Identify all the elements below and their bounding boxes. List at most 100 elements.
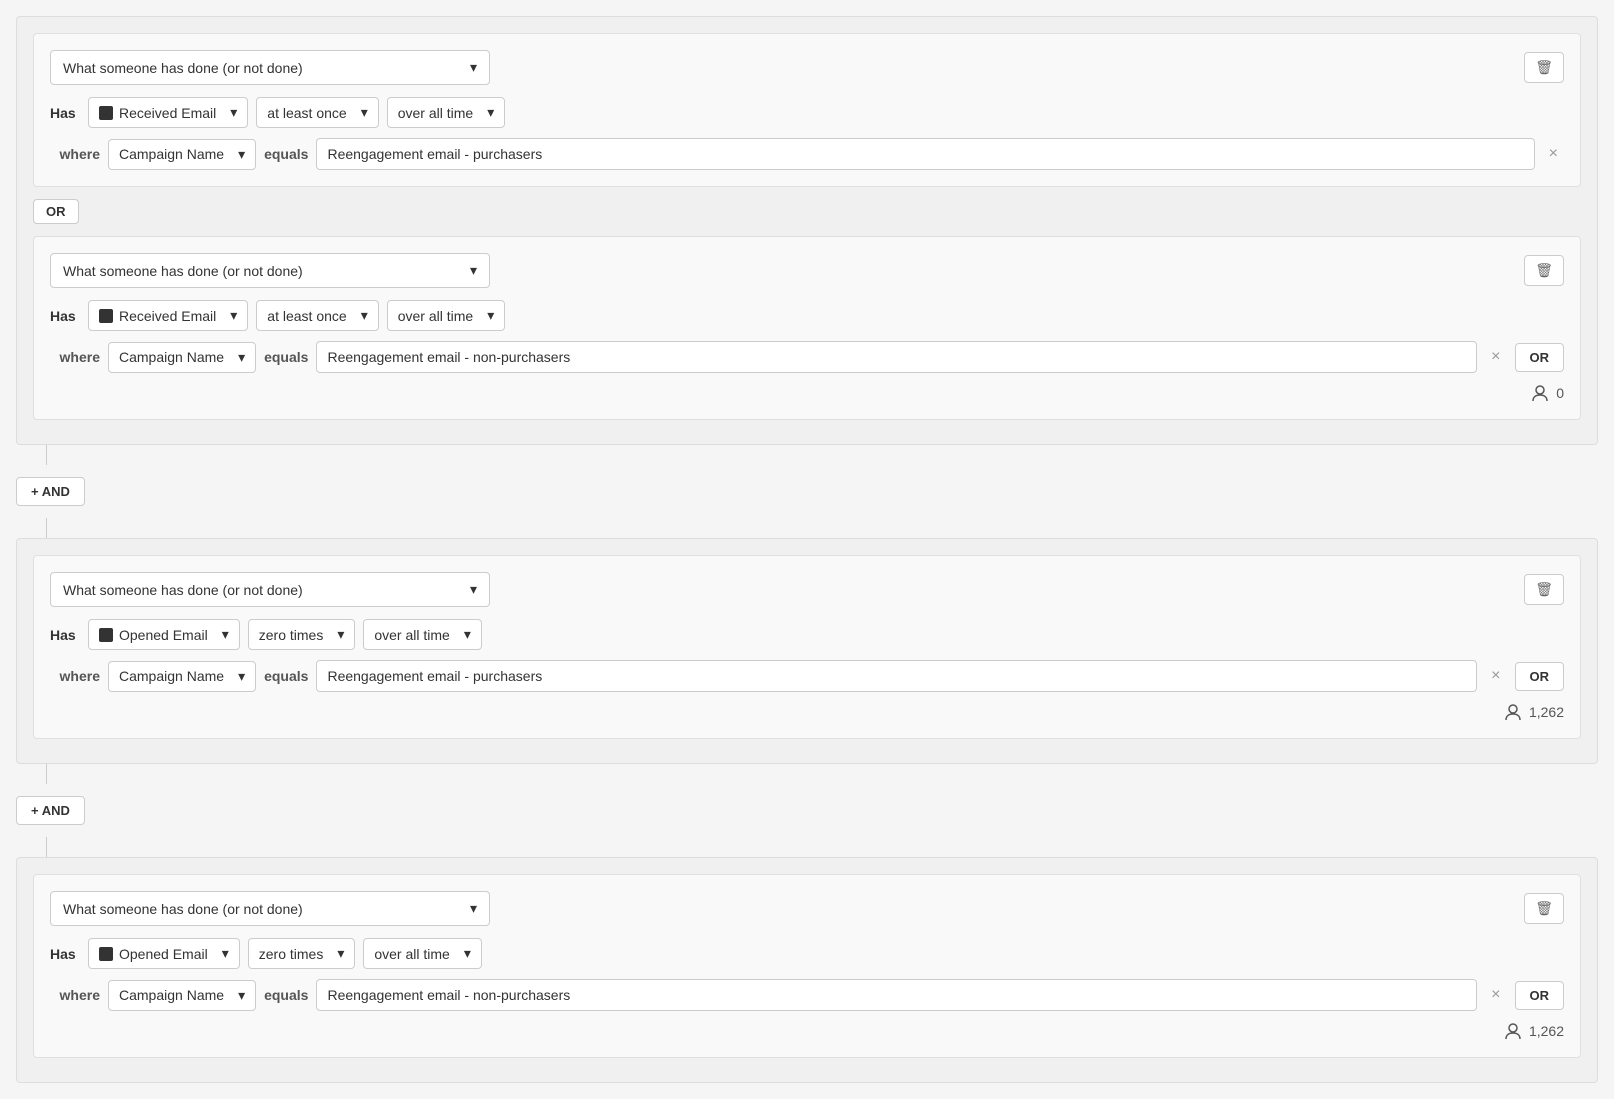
filter-field-label-1: Campaign Name	[119, 146, 224, 162]
or-button-3[interactable]: OR	[1515, 662, 1565, 691]
has-row-1: Has Received Email ▾ at least once ▾ ove…	[50, 97, 1564, 128]
chevron-icon-1: ▾	[470, 59, 477, 76]
or-button-4[interactable]: OR	[1515, 981, 1565, 1010]
clear-button-1[interactable]: ×	[1543, 143, 1564, 165]
filter-field-dropdown-1[interactable]: Campaign Name ▾	[108, 139, 256, 170]
condition-section-2: What someone has done (or not done) ▾ 🗑 …	[16, 538, 1598, 764]
where-label-4: where	[50, 987, 100, 1003]
filter-field-label-2: Campaign Name	[119, 349, 224, 365]
filter-field-chevron-2: ▾	[238, 349, 245, 366]
and-connector-1: + AND	[16, 477, 1598, 506]
timeframe-chevron-3: ▾	[464, 626, 471, 643]
clear-button-2[interactable]: ×	[1485, 346, 1506, 368]
count-label-1: 0	[1556, 385, 1564, 401]
filter-field-dropdown-2[interactable]: Campaign Name ▾	[108, 342, 256, 373]
delete-button-2[interactable]: 🗑	[1524, 255, 1564, 286]
frequency-label-4: zero times	[259, 946, 324, 962]
frequency-dropdown-2[interactable]: at least once ▾	[256, 300, 378, 331]
has-row-2: Has Received Email ▾ at least once ▾ ove…	[50, 300, 1564, 331]
condition-block-4: What someone has done (or not done) ▾ 🗑 …	[33, 874, 1581, 1058]
connector-line-3	[46, 764, 47, 784]
or-separator-button-1[interactable]: OR	[33, 199, 79, 224]
condition-section-1: What someone has done (or not done) ▾ 🗑 …	[16, 16, 1598, 445]
frequency-label-1: at least once	[267, 105, 346, 121]
main-dropdown-2-label: What someone has done (or not done)	[63, 263, 303, 279]
or-button-2[interactable]: OR	[1515, 343, 1565, 372]
and-connector-2: + AND	[16, 796, 1598, 825]
timeframe-label-4: over all time	[374, 946, 449, 962]
frequency-chevron-3: ▾	[337, 626, 344, 643]
action-dropdown-2[interactable]: Received Email ▾	[88, 300, 248, 331]
action-chevron-2: ▾	[230, 307, 237, 324]
person-icon-1	[1530, 383, 1550, 403]
main-dropdown-4[interactable]: What someone has done (or not done) ▾	[50, 891, 490, 926]
chevron-icon-3: ▾	[470, 581, 477, 598]
action-chevron-4: ▾	[222, 945, 229, 962]
person-icon-2	[1503, 702, 1523, 722]
delete-button-1[interactable]: 🗑	[1524, 52, 1564, 83]
frequency-dropdown-3[interactable]: zero times ▾	[248, 619, 356, 650]
filter-field-label-4: Campaign Name	[119, 987, 224, 1003]
count-label-3: 1,262	[1529, 1023, 1564, 1039]
clear-button-4[interactable]: ×	[1485, 984, 1506, 1006]
filter-value-input-1[interactable]	[316, 138, 1534, 170]
frequency-label-2: at least once	[267, 308, 346, 324]
action-chevron-1: ▾	[230, 104, 237, 121]
main-dropdown-2[interactable]: What someone has done (or not done) ▾	[50, 253, 490, 288]
connector-line-1	[46, 445, 47, 465]
action-icon-4	[99, 947, 113, 961]
condition-section-3: What someone has done (or not done) ▾ 🗑 …	[16, 857, 1598, 1083]
action-label-2: Received Email	[119, 308, 216, 324]
filter-value-input-2[interactable]	[316, 341, 1477, 373]
filter-field-chevron-1: ▾	[238, 146, 245, 163]
action-icon-2	[99, 309, 113, 323]
main-dropdown-3-label: What someone has done (or not done)	[63, 582, 303, 598]
and-button-2[interactable]: + AND	[16, 796, 85, 825]
and-button-1[interactable]: + AND	[16, 477, 85, 506]
action-dropdown-4[interactable]: Opened Email ▾	[88, 938, 240, 969]
where-row-2: where Campaign Name ▾ equals × OR	[50, 341, 1564, 373]
timeframe-dropdown-1[interactable]: over all time ▾	[387, 97, 506, 128]
count-label-2: 1,262	[1529, 704, 1564, 720]
filter-field-label-3: Campaign Name	[119, 668, 224, 684]
where-label-2: where	[50, 349, 100, 365]
action-dropdown-1[interactable]: Received Email ▾	[88, 97, 248, 128]
main-dropdown-3[interactable]: What someone has done (or not done) ▾	[50, 572, 490, 607]
has-label-2: Has	[50, 308, 80, 324]
top-row-4: What someone has done (or not done) ▾ 🗑	[50, 891, 1564, 926]
has-row-3: Has Opened Email ▾ zero times ▾ over all…	[50, 619, 1564, 650]
action-chevron-3: ▾	[222, 626, 229, 643]
top-row-2: What someone has done (or not done) ▾ 🗑	[50, 253, 1564, 288]
main-dropdown-1[interactable]: What someone has done (or not done) ▾	[50, 50, 490, 85]
clear-button-3[interactable]: ×	[1485, 665, 1506, 687]
equals-label-2: equals	[264, 349, 308, 365]
timeframe-chevron-2: ▾	[487, 307, 494, 324]
delete-button-4[interactable]: 🗑	[1524, 893, 1564, 924]
equals-label-1: equals	[264, 146, 308, 162]
timeframe-dropdown-2[interactable]: over all time ▾	[387, 300, 506, 331]
or-separator-1: OR	[33, 199, 1581, 224]
timeframe-dropdown-4[interactable]: over all time ▾	[363, 938, 482, 969]
action-dropdown-3[interactable]: Opened Email ▾	[88, 619, 240, 650]
frequency-dropdown-1[interactable]: at least once ▾	[256, 97, 378, 128]
where-label-1: where	[50, 146, 100, 162]
connector-line-4	[46, 837, 47, 857]
timeframe-label-1: over all time	[398, 105, 473, 121]
filter-field-dropdown-3[interactable]: Campaign Name ▾	[108, 661, 256, 692]
connector-line-2	[46, 518, 47, 538]
filter-field-dropdown-4[interactable]: Campaign Name ▾	[108, 980, 256, 1011]
main-dropdown-1-label: What someone has done (or not done)	[63, 60, 303, 76]
filter-value-input-4[interactable]	[316, 979, 1477, 1011]
has-label-1: Has	[50, 105, 80, 121]
equals-label-4: equals	[264, 987, 308, 1003]
filter-value-input-3[interactable]	[316, 660, 1477, 692]
frequency-dropdown-4[interactable]: zero times ▾	[248, 938, 356, 969]
frequency-chevron-1: ▾	[361, 104, 368, 121]
timeframe-chevron-4: ▾	[464, 945, 471, 962]
timeframe-dropdown-3[interactable]: over all time ▾	[363, 619, 482, 650]
filter-field-chevron-3: ▾	[238, 668, 245, 685]
delete-button-3[interactable]: 🗑	[1524, 574, 1564, 605]
action-label-3: Opened Email	[119, 627, 208, 643]
top-row-1: What someone has done (or not done) ▾ 🗑	[50, 50, 1564, 85]
chevron-icon-2: ▾	[470, 262, 477, 279]
